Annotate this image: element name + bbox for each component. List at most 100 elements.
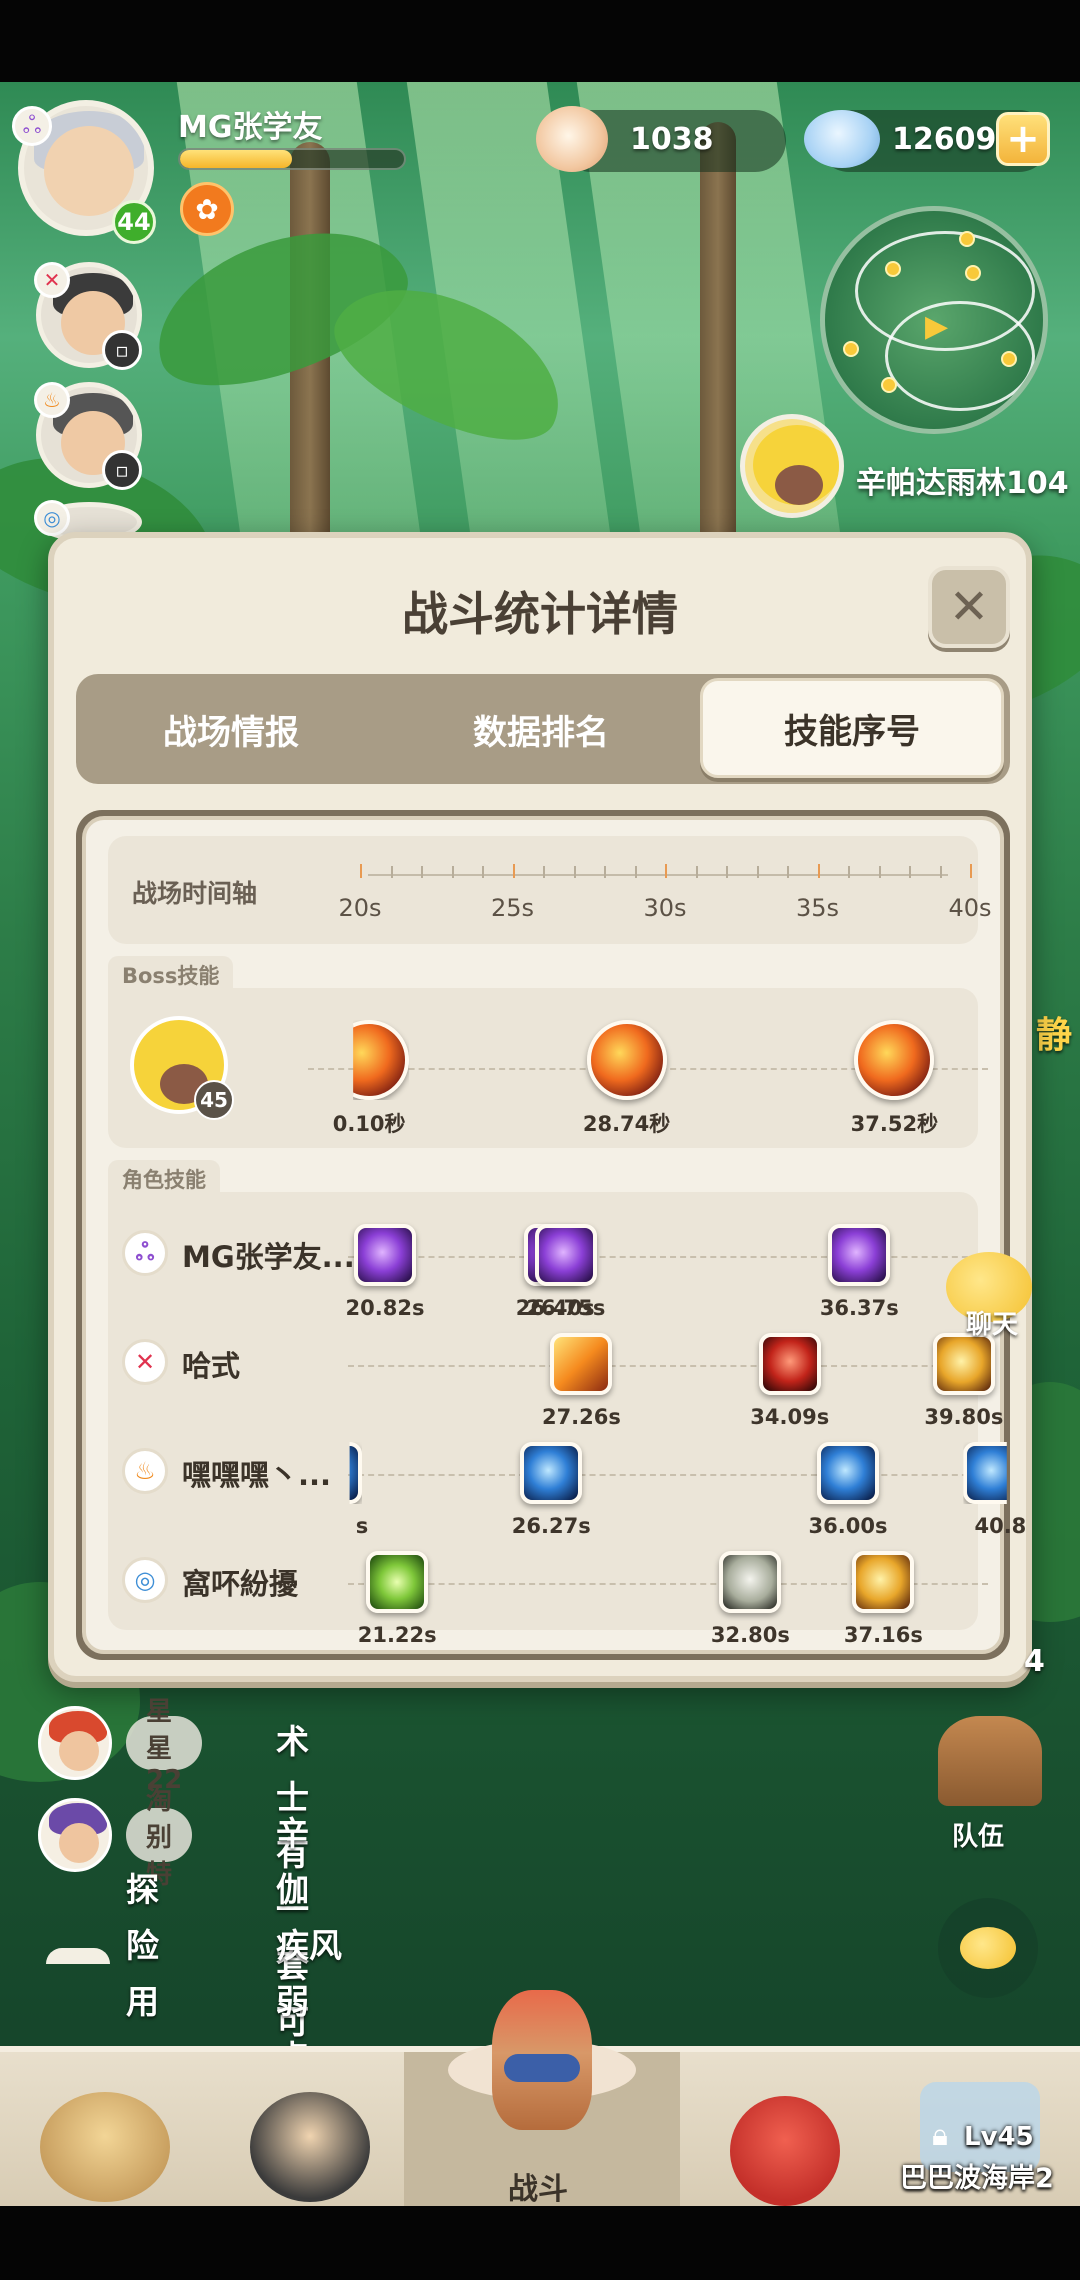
dino-character-icon <box>730 2096 840 2206</box>
timeline-tick-label: 40s <box>948 894 992 922</box>
timeline-tick-label: 30s <box>643 894 687 922</box>
tab-data-ranking[interactable]: 数据排名 <box>386 674 696 784</box>
nav-locked-area[interactable]: 🔒︎ Lv45 巴巴波海岸2 <box>890 2052 1070 2212</box>
warrior-class-icon: ✕ <box>34 262 70 298</box>
boss-face <box>775 465 823 505</box>
ranger-class-icon: ♨ <box>34 382 70 418</box>
nav-ninja-character[interactable] <box>240 2052 390 2212</box>
timeline-tick <box>756 866 759 878</box>
role-skill-time: 36.00s <box>808 1514 888 1538</box>
locked-area-name: 巴巴波海岸2 <box>900 2163 1054 2194</box>
role-skill-icon[interactable] <box>354 1224 416 1286</box>
role-skill-icon[interactable] <box>852 1551 915 1613</box>
map-node <box>885 261 901 277</box>
timeline-tick <box>573 866 576 878</box>
chat-sender-name[interactable]: 淘别特 <box>126 1786 193 1890</box>
team-label[interactable]: 队伍 <box>952 1816 1004 1853</box>
tab-battle-info[interactable]: 战场情报 <box>76 674 386 784</box>
timeline-tick <box>390 866 393 878</box>
player-name: MG张学友 <box>178 110 323 145</box>
nav-warrior-character[interactable] <box>30 2052 180 2212</box>
role-skill-icon[interactable] <box>534 1224 597 1286</box>
role-skill-icon[interactable] <box>520 1442 583 1504</box>
timeline-tick <box>817 864 820 878</box>
chat-bubble-icon <box>960 1927 1016 1969</box>
role-skill-icon[interactable] <box>550 1333 613 1395</box>
role-skill-time: s <box>355 1514 369 1538</box>
healer-class-icon: ◎ <box>34 500 70 536</box>
timeline-tick <box>726 866 728 878</box>
status-bar <box>0 0 1080 82</box>
timeline-tick-label: 35s <box>795 894 840 922</box>
timeline-tick <box>848 866 850 878</box>
battle-nav-label[interactable]: 战斗 <box>508 2164 568 2208</box>
skill-timeline-body[interactable]: 战场时间轴 20s 25s 30s 35s 40s Boss技能 45 0.10秒 28.… <box>82 816 1026 1654</box>
role-skill-icon[interactable] <box>366 1551 429 1613</box>
boss-portrait[interactable] <box>740 414 844 518</box>
timeline-tick <box>665 864 667 878</box>
map-node <box>843 341 859 357</box>
role-skill-time: 21.22s <box>357 1623 437 1647</box>
role-skill-time: 36.37s <box>819 1296 899 1320</box>
warlock-class-icon: ஃ <box>12 106 52 146</box>
battle-totem-icon[interactable] <box>448 1990 636 2140</box>
warlock-class-icon: ஃ <box>122 1230 168 1276</box>
team-icon[interactable] <box>938 1716 1042 1806</box>
avatar-face <box>59 1823 99 1863</box>
boss-level-badge: 45 <box>194 1080 234 1120</box>
tree-trunk <box>700 122 736 582</box>
close-button[interactable]: ✕ <box>928 566 1010 648</box>
role-skill-icon[interactable] <box>828 1224 891 1286</box>
role-skill-time: 26.75s <box>526 1296 606 1320</box>
role-skill-track <box>348 1365 988 1367</box>
party-status-icon: ▫ <box>102 330 142 370</box>
boss-skill-fire-icon[interactable] <box>586 1020 667 1100</box>
locked-level: Lv45 <box>964 2122 1034 2152</box>
role-skill-icon[interactable] <box>758 1333 821 1395</box>
chat-avatar[interactable] <box>38 1798 112 1872</box>
role-skill-time: 32.80s <box>710 1623 790 1647</box>
chat-label[interactable]: 聊天 <box>966 1304 1018 1341</box>
role-skill-icon[interactable] <box>963 1442 1007 1504</box>
boss-skill-fire-icon[interactable] <box>353 1020 410 1100</box>
timeline-tick <box>634 866 637 878</box>
role-name: 嘿嘿嘿丶... <box>182 1458 332 1492</box>
timeline-axis-line <box>368 874 948 876</box>
buff-icon[interactable]: ✿ <box>180 182 234 236</box>
role-skill-icon[interactable] <box>719 1551 782 1613</box>
chat-avatar[interactable] <box>38 1706 112 1780</box>
healer-class-icon: ◎ <box>122 1557 168 1603</box>
avatar-face <box>44 126 134 216</box>
role-skill-time: 39.80s <box>924 1405 1004 1429</box>
tab-skill-order[interactable]: 技能序号 <box>700 678 1004 778</box>
role-skill-time: 34.09s <box>750 1405 830 1429</box>
player-position-icon: ▶ <box>925 309 949 344</box>
warrior-character-icon <box>40 2092 170 2202</box>
role-skill-icon[interactable] <box>817 1442 879 1504</box>
map-node <box>881 377 897 393</box>
chat-sender-name[interactable]: 星星22 <box>126 1697 203 1795</box>
ninja-character-icon <box>250 2092 370 2202</box>
boss-skill-fire-icon[interactable] <box>854 1020 935 1100</box>
area-name: 辛帕达雨林104 <box>856 466 1069 501</box>
boss-skill-time: 37.52秒 <box>850 1112 939 1136</box>
role-skill-time: 26.27s <box>511 1514 591 1538</box>
warrior-class-icon: ✕ <box>122 1339 168 1385</box>
role-name: MG张学友... <box>182 1240 355 1274</box>
boss-skill-time: 0.10秒 <box>332 1112 406 1136</box>
role-skill-icon[interactable] <box>932 1333 995 1395</box>
role-skill-time: 27.26s <box>541 1405 621 1429</box>
add-currency-button[interactable]: + <box>996 112 1050 166</box>
minimap[interactable]: ▶ <box>820 206 1048 434</box>
battle-stats-dialog: 战斗统计详情 ✕ 战场情报 数据排名 技能序号 战场时间轴 20s 25s 30s 3… <box>48 532 1032 1682</box>
gem-count: 12609 <box>892 122 997 157</box>
chat-avatar-partial <box>46 1948 110 1964</box>
nav-dino-character[interactable] <box>730 2052 870 2212</box>
totem-mask-band <box>504 2054 580 2082</box>
shell-icon <box>536 106 608 172</box>
timeline-tick <box>512 864 515 878</box>
ranger-class-icon: ♨ <box>122 1448 168 1494</box>
map-node <box>965 265 981 281</box>
chat-button[interactable] <box>938 1898 1038 1998</box>
dialog-tabs: 战场情报 数据排名 技能序号 <box>76 674 1010 784</box>
